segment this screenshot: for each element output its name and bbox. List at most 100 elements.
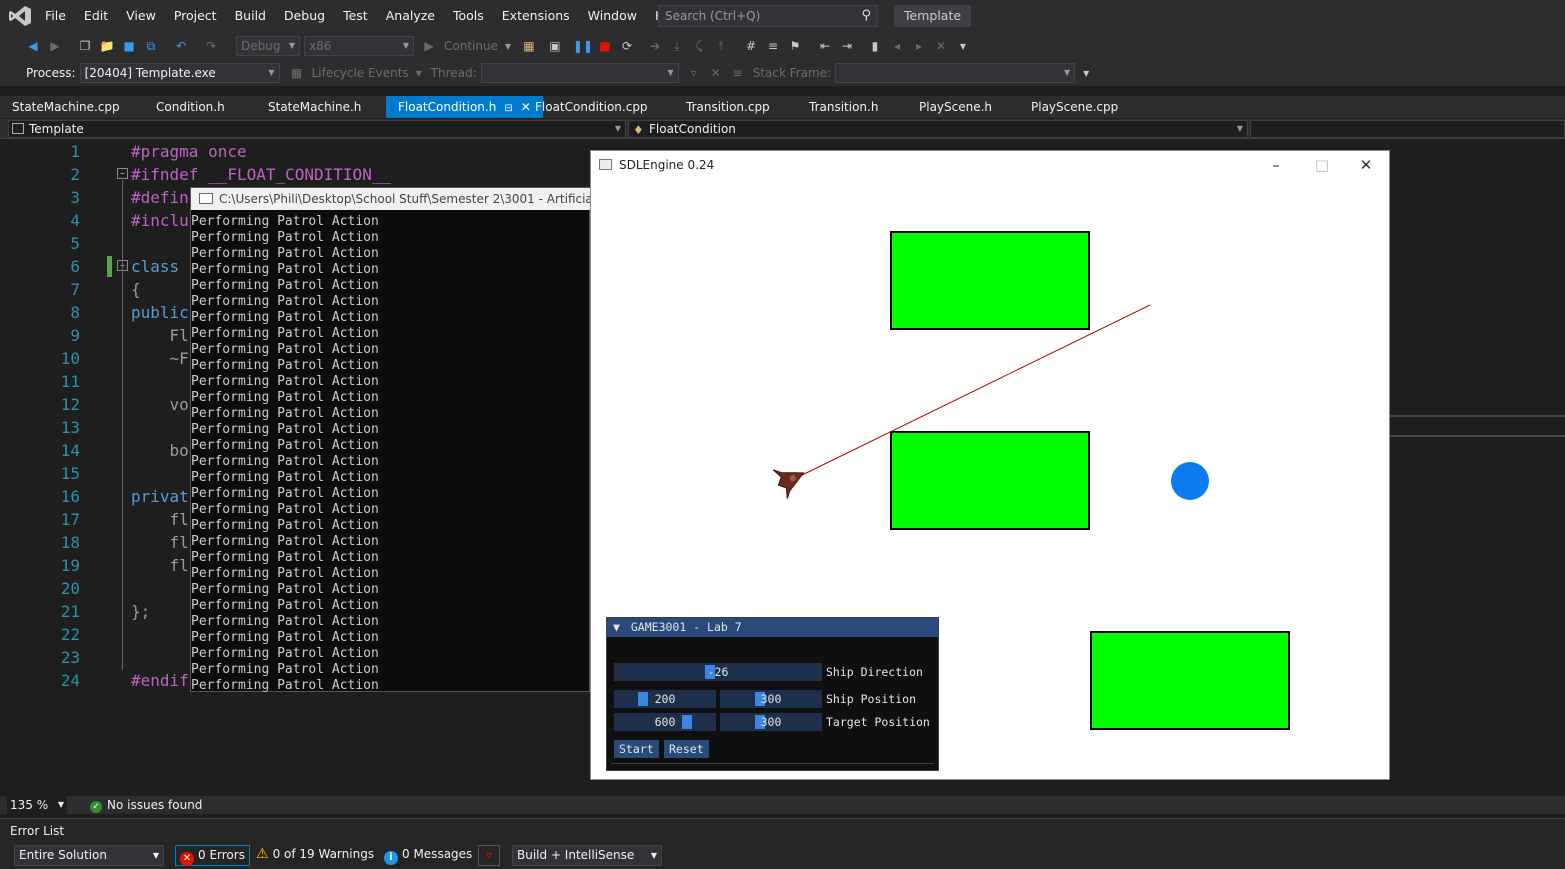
target-position-y-slider[interactable]: 300 — [720, 713, 822, 731]
warnings-filter-button[interactable]: ⚠ 0 of 19 Warnings — [252, 845, 378, 866]
menu-project[interactable]: Project — [165, 0, 226, 32]
collapse-icon[interactable]: – — [117, 168, 128, 179]
clear-filter-icon[interactable]: ✕ — [707, 64, 725, 82]
menu-extensions[interactable]: Extensions — [493, 0, 579, 32]
sdl-game-window[interactable]: SDLEngine 0.24 – □ ✕ ▼ GAME3001 - Lab 7 … — [590, 150, 1390, 780]
open-folder-icon[interactable]: 📁 — [98, 37, 116, 55]
new-project-icon[interactable]: ❐ — [76, 37, 94, 55]
redo-icon[interactable]: ↷ — [202, 37, 220, 55]
type-scope-combo[interactable]: ♦ FloatCondition ▼ — [628, 120, 1248, 138]
configuration-combo[interactable]: Debug ▼ — [236, 36, 300, 56]
stack-frame-combo[interactable]: ▼ — [835, 63, 1076, 83]
maximize-button[interactable]: □ — [1299, 151, 1345, 179]
menu-tools[interactable]: Tools — [444, 0, 493, 32]
sdl-title-bar[interactable]: SDLEngine 0.24 – □ ✕ — [591, 151, 1389, 179]
error-scope-combo[interactable]: Entire Solution ▼ — [14, 845, 164, 866]
bookmark-icon[interactable]: ▮ — [866, 37, 884, 55]
step-out-icon[interactable]: ⤒ — [712, 37, 730, 55]
start-button[interactable]: Start — [614, 740, 659, 758]
menu-edit[interactable]: Edit — [75, 0, 117, 32]
reset-button[interactable]: Reset — [664, 740, 709, 758]
toolbar-options-icon[interactable]: ▼ — [1077, 64, 1095, 82]
menu-debug[interactable]: Debug — [275, 0, 334, 32]
lifecycle-events-icon[interactable]: ▦ — [288, 64, 306, 82]
stop-debugging-icon[interactable]: ■ — [596, 37, 614, 55]
tab-condition-h[interactable]: Condition.h — [144, 96, 237, 118]
console-title-bar[interactable]: C:\Users\Phili\Desktop\School Stuff\Seme… — [191, 188, 591, 210]
tab-playscene-h[interactable]: PlayScene.h — [907, 96, 1004, 118]
collapse-triangle-icon[interactable]: ▼ — [613, 620, 620, 634]
imgui-title-bar[interactable]: ▼ GAME3001 - Lab 7 — [607, 618, 938, 637]
tab-label: Transition.h — [809, 100, 879, 114]
menu-build[interactable]: Build — [226, 0, 275, 32]
minimize-button[interactable]: – — [1253, 151, 1299, 179]
code-line[interactable]: #ifndef __FLOAT_CONDITION__ — [131, 163, 391, 186]
messages-filter-button[interactable]: i0 Messages — [380, 845, 476, 866]
hot-reload-icon[interactable]: ▣ — [546, 37, 564, 55]
platform-combo[interactable]: x86 ▼ — [304, 36, 414, 56]
menu-view[interactable]: View — [117, 0, 165, 32]
continue-play-icon[interactable]: ▶ — [420, 37, 438, 55]
build-filter-combo[interactable]: Build + IntelliSense ▼ — [512, 845, 662, 866]
menu-analyze[interactable]: Analyze — [377, 0, 444, 32]
previous-bookmark-icon[interactable]: ◂ — [888, 37, 906, 55]
outdent-icon[interactable]: ⇤ — [816, 37, 834, 55]
tab-statemachine-h[interactable]: StateMachine.h — [256, 96, 373, 118]
ship-direction-slider[interactable]: -26 — [614, 663, 822, 681]
show-next-statement-icon[interactable]: ➔ — [646, 37, 664, 55]
navigate-forward-icon[interactable]: ▶ — [46, 37, 64, 55]
search-icon[interactable]: ⚲ — [861, 8, 871, 24]
ship-position-y-slider[interactable]: 300 — [720, 690, 822, 708]
thread-combo[interactable]: ▼ — [480, 63, 679, 83]
stack-frame-icon[interactable]: ≡ — [729, 64, 747, 82]
navigate-back-icon[interactable]: ◀ — [24, 37, 42, 55]
target-position-x-slider[interactable]: 600 — [614, 713, 716, 731]
build-filter-icon[interactable]: ▿ — [478, 845, 500, 866]
menu-window[interactable]: Window — [579, 0, 646, 32]
chevron-down-icon[interactable]: ▼ — [504, 37, 512, 55]
ship-position-x-slider[interactable]: 200 — [614, 690, 716, 708]
step-into-icon[interactable]: ⤓ — [668, 37, 686, 55]
save-icon[interactable]: ■ — [120, 37, 138, 55]
toolbar-options-icon[interactable]: ▼ — [954, 37, 972, 55]
issues-indicator[interactable]: ✓ No issues found — [90, 796, 202, 814]
close-button[interactable]: ✕ — [1343, 151, 1389, 179]
tab-statemachine-cpp[interactable]: StateMachine.cpp — [0, 96, 132, 118]
tab-transition-h[interactable]: Transition.h — [797, 96, 890, 118]
pin-icon[interactable]: ⊟ — [504, 103, 512, 114]
process-combo[interactable]: [20404] Template.exe ▼ — [79, 63, 280, 83]
menu-file[interactable]: File — [36, 0, 75, 32]
indent-icon[interactable]: ⇥ — [838, 37, 856, 55]
restart-icon[interactable]: ⟳ — [618, 37, 636, 55]
zoom-combo[interactable]: 135 % ▼ — [7, 796, 67, 814]
tab-floatcondition-cpp[interactable]: FloatCondition.cpp — [523, 96, 660, 118]
clear-bookmarks-icon[interactable]: ✕ — [932, 37, 950, 55]
next-bookmark-icon[interactable]: ▸ — [910, 37, 928, 55]
flag-threads-icon[interactable]: ⚑ — [786, 37, 804, 55]
break-all-icon[interactable]: ❚❚ — [573, 37, 593, 55]
hex-display-icon[interactable]: # — [742, 37, 760, 55]
menu-test[interactable]: Test — [334, 0, 377, 32]
tab-playscene-cpp[interactable]: PlayScene.cpp — [1019, 96, 1130, 118]
lifecycle-events-button[interactable]: Lifecycle Events — [312, 66, 409, 80]
step-over-icon[interactable]: ⤹ — [690, 37, 708, 55]
thread-icon[interactable]: ≡ — [764, 37, 782, 55]
visual-studio-logo-icon[interactable] — [8, 5, 32, 27]
errors-filter-button[interactable]: ✕ 0 Errors — [175, 845, 250, 866]
undo-icon[interactable]: ↶ — [172, 37, 190, 55]
chevron-down-icon[interactable]: ▼ — [415, 64, 423, 82]
slider-grab[interactable] — [638, 692, 648, 706]
member-scope-combo[interactable] — [1250, 120, 1565, 138]
continue-button[interactable]: Continue — [444, 39, 498, 53]
console-window[interactable]: C:\Users\Phili\Desktop\School Stuff\Seme… — [190, 187, 591, 693]
attach-debugger-icon[interactable]: ▦ — [520, 37, 538, 55]
project-scope-combo[interactable]: Template ▼ — [8, 120, 626, 138]
filter-icon[interactable]: ▿ — [685, 64, 703, 82]
tab-transition-cpp[interactable]: Transition.cpp — [674, 96, 782, 118]
code-line[interactable]: #pragma once — [131, 140, 391, 163]
tab-floatcondition-h[interactable]: FloatCondition.h ⊟ ✕ — [386, 96, 543, 118]
imgui-debug-panel[interactable]: ▼ GAME3001 - Lab 7 -26 Ship Direction 20… — [606, 617, 939, 771]
search-input[interactable]: Search (Ctrl+Q) ⚲ — [658, 5, 878, 27]
slider-grab[interactable] — [682, 715, 692, 729]
save-all-icon[interactable]: ⧉ — [142, 37, 160, 55]
